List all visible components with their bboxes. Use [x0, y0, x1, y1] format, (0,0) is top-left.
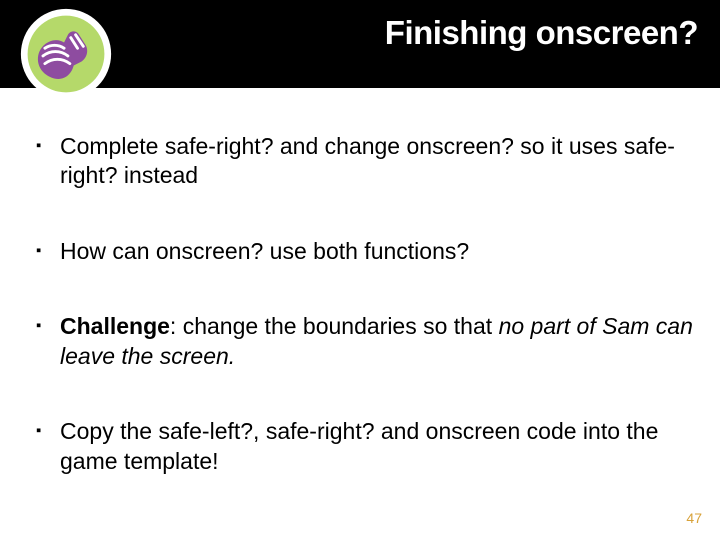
bullet-icon: ▪ — [36, 417, 46, 445]
bullet-item: ▪ Complete safe-right? and change onscre… — [36, 132, 696, 191]
bullet-item: ▪ Challenge: change the boundaries so th… — [36, 312, 696, 371]
bullet-text: Complete safe-right? and change onscreen… — [60, 132, 696, 191]
bullet-icon: ▪ — [36, 312, 46, 340]
bullet-text: Challenge: change the boundaries so that… — [60, 312, 696, 371]
page-number: 47 — [686, 510, 702, 526]
bullet-item: ▪ How can onscreen? use both functions? — [36, 237, 696, 266]
logo-icon — [18, 6, 114, 102]
slide-title: Finishing onscreen? — [385, 14, 698, 52]
slide-body: ▪ Complete safe-right? and change onscre… — [36, 132, 696, 522]
bullet-text: Copy the safe-left?, safe-right? and ons… — [60, 417, 696, 476]
challenge-colon: : change the boundaries so that — [170, 313, 499, 339]
bullet-icon: ▪ — [36, 237, 46, 265]
bullet-text: How can onscreen? use both functions? — [60, 237, 696, 266]
slide: Finishing onscreen? ▪ Complete — [0, 0, 720, 540]
challenge-label: Challenge — [60, 313, 170, 339]
bullet-icon: ▪ — [36, 132, 46, 160]
bullet-item: ▪ Copy the safe-left?, safe-right? and o… — [36, 417, 696, 476]
header-bar: Finishing onscreen? — [0, 0, 720, 88]
